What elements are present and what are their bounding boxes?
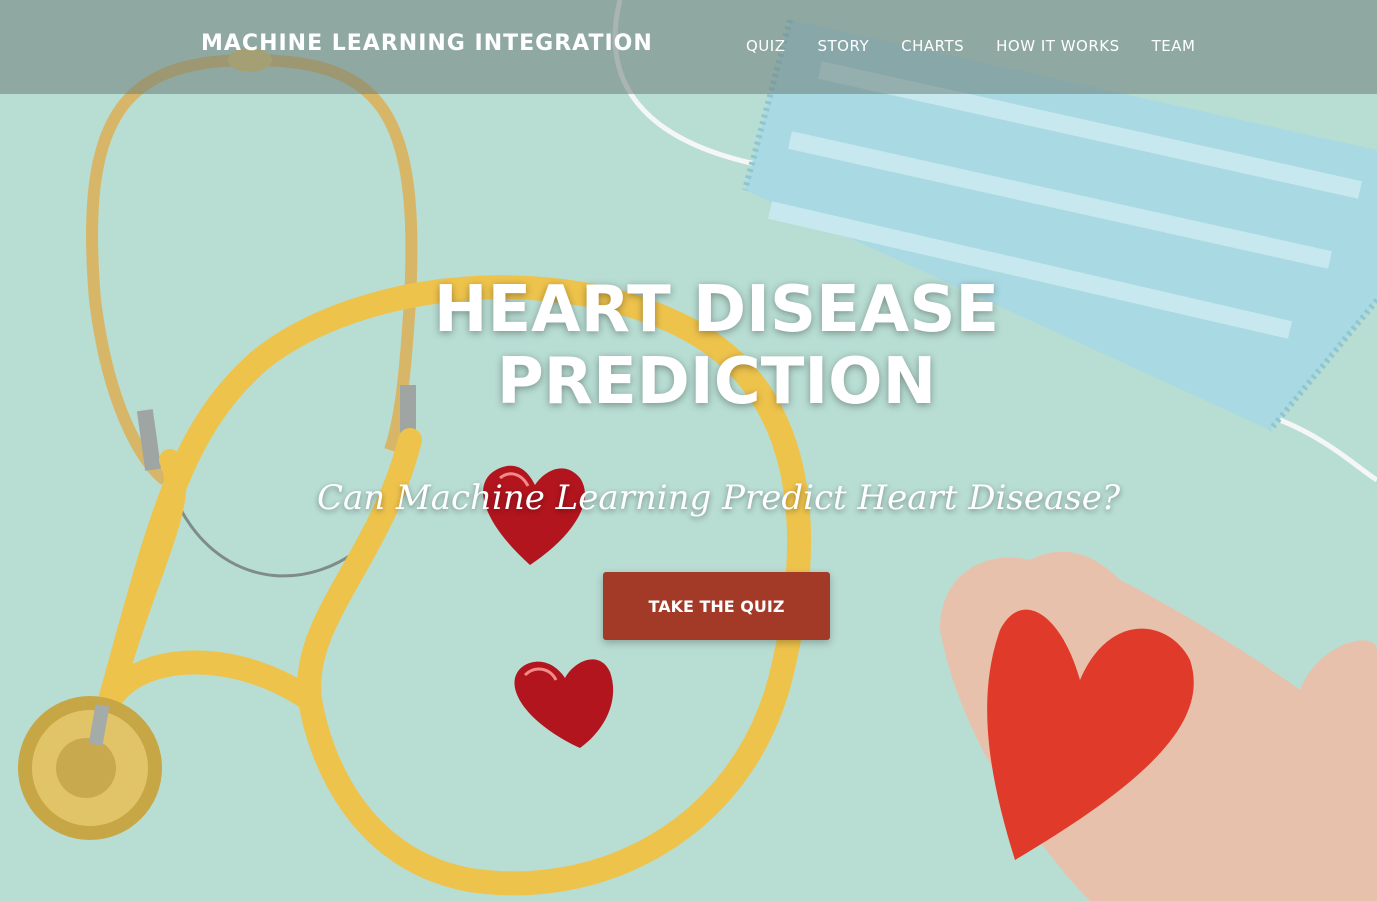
- hero-headline-line-1: HEART DISEASE: [433, 273, 1000, 347]
- nav-link-quiz[interactable]: QUIZ: [746, 37, 786, 55]
- hero-headline: HEART DISEASE PREDICTION: [0, 274, 1377, 418]
- brand-title[interactable]: MACHINE LEARNING INTEGRATION: [201, 31, 653, 56]
- nav-links: QUIZ STORY CHARTS HOW IT WORKS TEAM: [746, 37, 1227, 55]
- nav-link-how-it-works[interactable]: HOW IT WORKS: [996, 37, 1119, 55]
- take-the-quiz-button[interactable]: TAKE THE QUIZ: [603, 572, 830, 640]
- hero-headline-line-2: PREDICTION: [496, 345, 937, 419]
- hero-background-image: [0, 0, 1377, 901]
- nav-link-charts[interactable]: CHARTS: [901, 37, 964, 55]
- top-navbar: MACHINE LEARNING INTEGRATION QUIZ STORY …: [0, 0, 1377, 94]
- nav-link-story[interactable]: STORY: [818, 37, 870, 55]
- hero-subheadline: Can Machine Learning Predict Heart Disea…: [316, 478, 1121, 518]
- nav-link-team[interactable]: TEAM: [1152, 37, 1196, 55]
